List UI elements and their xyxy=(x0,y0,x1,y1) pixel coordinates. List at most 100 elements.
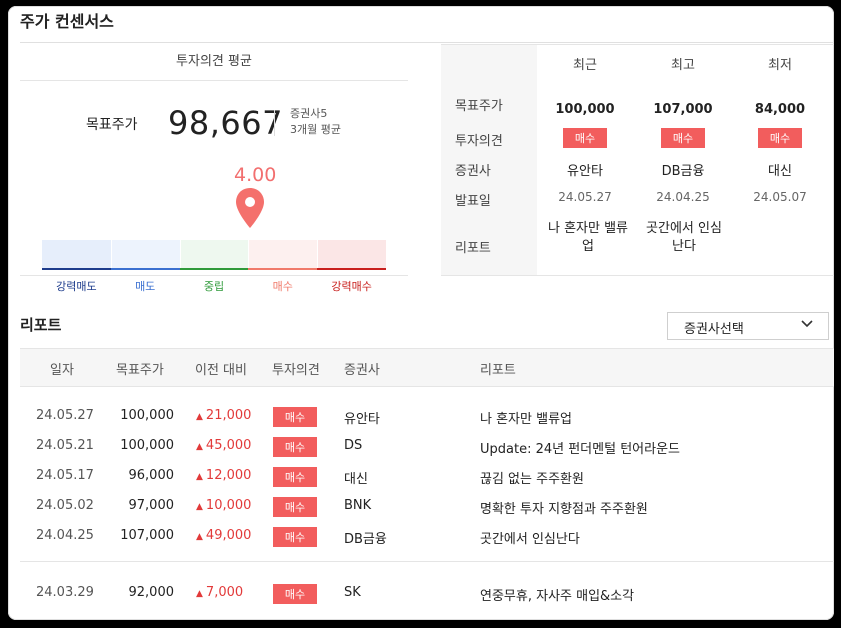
col-lowest: 최저 xyxy=(768,58,792,73)
up-triangle-icon: ▲ xyxy=(196,442,203,452)
opinion-badge: 매수 xyxy=(273,497,317,517)
row-label-target: 목표주가 xyxy=(455,99,503,114)
scale-line xyxy=(110,268,180,270)
th-change: 이전 대비 xyxy=(195,363,247,378)
row-report-link[interactable]: 끊김 없는 주주환원 xyxy=(480,468,584,487)
highest-opinion: 매수 xyxy=(635,128,731,148)
row-report-link[interactable]: 곳간에서 인심난다 xyxy=(480,528,580,547)
report-table-header: 일자 목표주가 이전 대비 투자의견 증권사 리포트 xyxy=(20,348,834,387)
row-change-value: 21,000 xyxy=(205,408,252,423)
scale-segment: 매수 xyxy=(248,240,318,293)
scale-line xyxy=(248,268,318,270)
divider xyxy=(441,44,834,45)
divider xyxy=(441,275,834,276)
row-date: 24.05.27 xyxy=(36,408,94,423)
row-target: 92,000 xyxy=(128,585,175,600)
col-recent: 최근 xyxy=(573,58,597,73)
target-price-label: 목표주가 xyxy=(86,117,138,133)
opinion-badge: 매수 xyxy=(273,407,317,427)
divider xyxy=(20,561,834,562)
recent-opinion: 매수 xyxy=(537,128,633,148)
table-row[interactable]: 24.05.27 100,000 ▲ 21,000 매수 유안타 나 혼자만 밸류업 xyxy=(20,402,834,432)
table-row[interactable]: 24.03.29 92,000 ▲ 7,000 매수 SK 연중무휴, 자사주 매입&소각 xyxy=(20,579,834,609)
up-triangle-icon: ▲ xyxy=(196,412,203,422)
divider xyxy=(317,240,319,268)
up-triangle-icon: ▲ xyxy=(196,532,203,542)
row-change: ▲ 21,000 xyxy=(196,408,251,423)
opinion-score: 4.00 xyxy=(234,164,277,186)
broker-count: 증권사5 xyxy=(290,107,328,120)
row-broker: 대신 xyxy=(344,472,368,487)
th-report: 리포트 xyxy=(480,363,516,378)
table-row[interactable]: 24.05.17 96,000 ▲ 12,000 매수 대신 끊김 없는 주주환원 xyxy=(20,462,834,492)
target-meta: 증권사5 3개월 평균 xyxy=(290,106,341,138)
th-target: 목표주가 xyxy=(116,363,164,378)
broker-select[interactable]: 증권사선택 xyxy=(667,312,829,340)
row-date: 24.05.21 xyxy=(36,438,94,453)
table-row[interactable]: 24.05.21 100,000 ▲ 45,000 매수 DS Update: 24년 펀더… xyxy=(20,432,834,462)
row-broker: DS xyxy=(344,438,363,453)
scale-bar xyxy=(248,240,318,268)
scale-bar xyxy=(42,240,111,268)
row-target: 107,000 xyxy=(120,528,174,543)
scale-segment: 매도 xyxy=(110,240,180,293)
row-broker: DB금융 xyxy=(344,532,387,547)
scale-line xyxy=(317,268,386,270)
scale-segment: 강력매도 xyxy=(42,240,111,293)
opinion-badge: 매수 xyxy=(563,128,607,148)
th-date: 일자 xyxy=(50,363,74,378)
lowest-date: 24.05.07 xyxy=(753,190,807,204)
scale-line xyxy=(42,268,111,270)
scale-segment: 중립 xyxy=(179,240,249,293)
scale-label: 강력매도 xyxy=(56,280,97,293)
row-date: 24.03.29 xyxy=(36,585,94,600)
row-report-link[interactable]: 나 혼자만 밸류업 xyxy=(480,408,572,427)
highest-target: 107,000 xyxy=(653,102,713,117)
row-change-value: 10,000 xyxy=(205,498,252,513)
target-price-row: 목표주가 98,667 증권사5 3개월 평균 xyxy=(20,102,408,146)
row-report-link[interactable]: 명확한 투자 지향점과 주주환원 xyxy=(480,498,648,517)
row-change: ▲ 45,000 xyxy=(196,438,251,453)
row-broker: BNK xyxy=(344,498,372,513)
scale-line xyxy=(179,268,249,270)
lowest-broker: 대신 xyxy=(768,164,792,179)
opinion-average-header: 투자의견 평균 xyxy=(20,44,408,81)
table-row[interactable]: 24.05.02 97,000 ▲ 10,000 매수 BNK 명확한 투자 지향점과 주주… xyxy=(20,492,834,522)
row-report-link[interactable]: Update: 24년 펀더멘털 턴어라운드 xyxy=(480,438,680,457)
scale-bar xyxy=(110,240,180,268)
highest-report-link[interactable]: 곳간에서 인심난다 xyxy=(641,220,727,256)
recent-report-link[interactable]: 나 혼자만 밸류업 xyxy=(545,220,631,256)
divider xyxy=(20,275,408,276)
divider xyxy=(274,110,275,136)
lowest-target: 84,000 xyxy=(754,102,806,117)
row-change-value: 7,000 xyxy=(205,585,244,600)
scale-label: 매도 xyxy=(135,280,156,293)
up-triangle-icon: ▲ xyxy=(196,589,203,599)
opinion-badge: 매수 xyxy=(758,128,802,148)
divider xyxy=(248,240,250,268)
chevron-down-icon xyxy=(801,320,813,328)
row-report-link[interactable]: 연중무휴, 자사주 매입&소각 xyxy=(480,585,634,604)
table-row[interactable]: 24.04.25 107,000 ▲ 49,000 매수 DB금융 곳간에서 인심난다 xyxy=(20,522,834,552)
opinion-scale: 강력매도 매도 중립 매수 강력매수 xyxy=(42,240,386,293)
row-target: 100,000 xyxy=(120,408,174,423)
scale-label: 중립 xyxy=(203,280,225,293)
row-change: ▲ 7,000 xyxy=(196,585,243,600)
row-change-value: 45,000 xyxy=(205,438,252,453)
row-label-broker: 증권사 xyxy=(455,164,491,179)
th-broker: 증권사 xyxy=(344,363,380,378)
opinion-badge: 매수 xyxy=(273,437,317,457)
scale-label: 매수 xyxy=(272,280,293,293)
divider xyxy=(179,240,181,268)
period-label: 3개월 평균 xyxy=(290,123,341,136)
row-change-value: 49,000 xyxy=(205,528,252,543)
scale-label: 강력매수 xyxy=(331,280,372,293)
scale-segment: 강력매수 xyxy=(317,240,386,293)
divider xyxy=(110,240,112,268)
lowest-opinion: 매수 xyxy=(732,128,828,148)
opinion-badge: 매수 xyxy=(273,584,317,604)
row-label-date: 발표일 xyxy=(455,194,491,209)
scale-bar xyxy=(179,240,249,268)
row-date: 24.05.02 xyxy=(36,498,94,513)
row-target: 96,000 xyxy=(128,468,175,483)
